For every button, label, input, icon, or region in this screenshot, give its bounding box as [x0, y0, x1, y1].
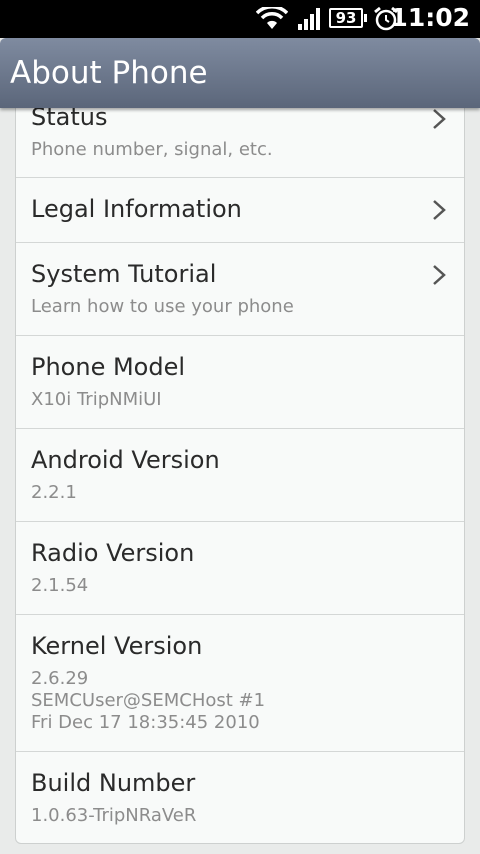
item-subtitle: X10i TripNMiUI: [31, 389, 162, 410]
item-title: Kernel Version: [31, 632, 203, 660]
item-subtitle: 2.1.54: [31, 575, 89, 596]
list-item-radio-version[interactable]: Radio Version 2.1.54: [16, 522, 464, 615]
list-item-kernel-version[interactable]: Kernel Version 2.6.29 SEMCUser@SEMCHost …: [16, 615, 464, 752]
battery-icon: 93: [329, 8, 367, 28]
item-subtitle: 2.2.1: [31, 482, 77, 503]
chevron-right-icon: [433, 265, 446, 285]
signal-icon: [298, 8, 320, 30]
list-item-phone-model[interactable]: Phone Model X10i TripNMiUI: [16, 336, 464, 429]
item-title: System Tutorial: [31, 260, 217, 288]
list-item-system-tutorial[interactable]: System Tutorial Learn how to use your ph…: [16, 243, 464, 336]
item-title: Legal Information: [31, 195, 242, 223]
item-title: Android Version: [31, 446, 220, 474]
item-subtitle: 1.0.63-TripNRaVeR: [31, 805, 197, 826]
item-subtitle: Learn how to use your phone: [31, 296, 294, 317]
item-title: Phone Model: [31, 353, 186, 381]
item-subtitle: 2.6.29 SEMCUser@SEMCHost #1 Fri Dec 17 1…: [31, 668, 266, 733]
wifi-icon: [256, 7, 288, 29]
chevron-right-icon: [433, 200, 446, 220]
status-bar: 93 11:02: [0, 0, 480, 38]
item-title: Radio Version: [31, 539, 195, 567]
chevron-right-icon: [433, 109, 446, 129]
clock: 11:02: [390, 3, 470, 32]
list-item-android-version[interactable]: Android Version 2.2.1: [16, 429, 464, 522]
battery-level: 93: [335, 9, 357, 27]
item-subtitle: Phone number, signal, etc.: [31, 139, 273, 160]
title-bar: About Phone: [0, 38, 480, 108]
page-title: About Phone: [10, 55, 208, 91]
list-item-build-number[interactable]: Build Number 1.0.63-TripNRaVeR: [16, 752, 464, 843]
item-title: Build Number: [31, 769, 196, 797]
list-item-legal-information[interactable]: Legal Information: [16, 178, 464, 243]
settings-list: Status Phone number, signal, etc. Legal …: [15, 60, 465, 844]
